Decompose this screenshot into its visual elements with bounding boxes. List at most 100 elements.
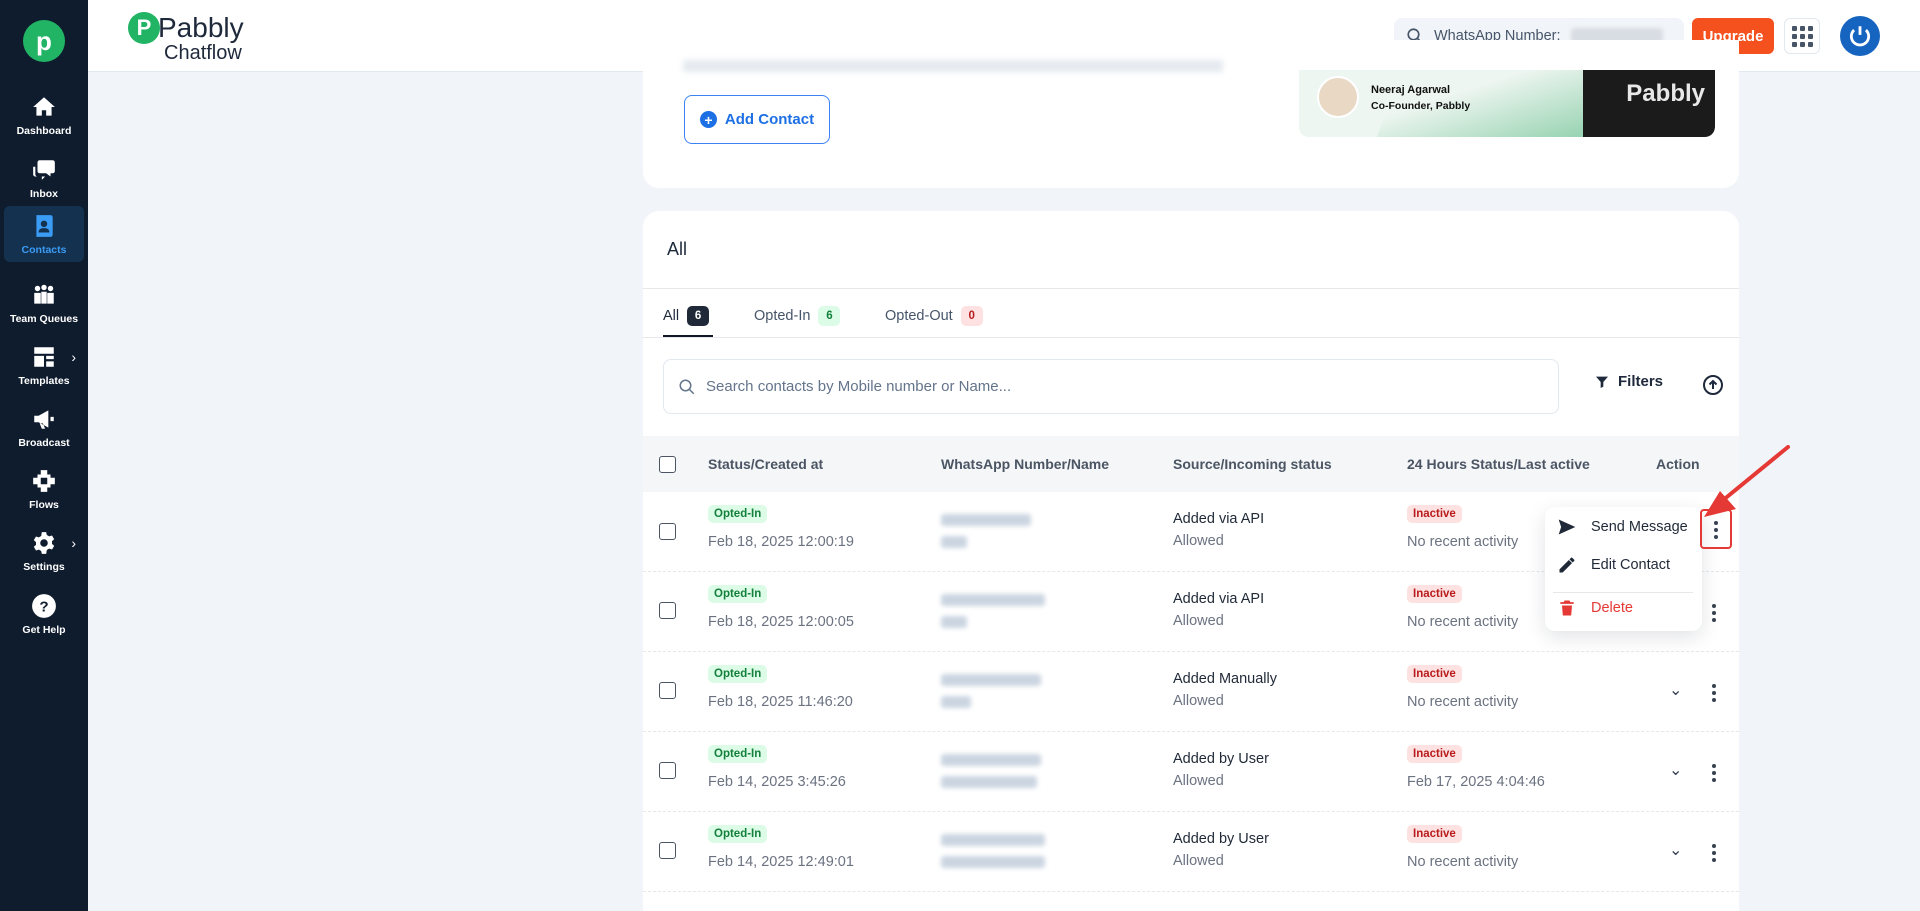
tab-opted-in[interactable]: Opted-In 6 xyxy=(754,303,841,329)
apps-grid-button[interactable] xyxy=(1784,18,1820,54)
tab-count-badge: 6 xyxy=(687,306,710,326)
search-icon xyxy=(679,379,695,394)
source: Added by User xyxy=(1173,831,1269,847)
activity-badge: Inactive xyxy=(1407,825,1462,843)
annotation-arrow-icon xyxy=(1704,445,1790,517)
column-header-number[interactable]: WhatsApp Number/Name xyxy=(941,456,1109,472)
column-header-24h-status[interactable]: 24 Hours Status/Last active xyxy=(1407,456,1590,472)
sidebar-item-templates[interactable]: Templates › xyxy=(4,337,84,393)
created-at: Feb 18, 2025 12:00:05 xyxy=(708,614,854,630)
more-options-button[interactable] xyxy=(1712,684,1716,702)
row-checkbox[interactable] xyxy=(659,682,676,699)
founder-avatar xyxy=(1317,76,1359,118)
tab-count-badge: 6 xyxy=(818,306,841,326)
sidebar-item-label: Inbox xyxy=(30,187,58,200)
sidebar-item-label: Dashboard xyxy=(16,124,72,137)
whatsapp-number xyxy=(941,594,1045,606)
table-row[interactable]: Opted-In Feb 14, 2025 3:45:26 Added by U… xyxy=(643,732,1739,812)
status-badge: Opted-In xyxy=(708,665,768,683)
source: Added via API xyxy=(1173,591,1265,607)
more-options-button[interactable] xyxy=(1712,764,1716,782)
column-header-source[interactable]: Source/Incoming status xyxy=(1173,456,1332,472)
chevron-down-icon[interactable]: ⌄ xyxy=(1669,840,1682,860)
sidebar-item-settings[interactable]: Settings › xyxy=(4,523,84,579)
row-checkbox[interactable] xyxy=(659,523,676,540)
sidebar-item-contacts[interactable]: Contacts xyxy=(4,206,84,262)
search-placeholder: Search contacts by Mobile number or Name… xyxy=(706,378,1012,395)
whatsapp-number xyxy=(941,754,1041,766)
tab-count-badge: 0 xyxy=(960,306,983,326)
sidebar-item-label: Get Help xyxy=(22,623,66,636)
home-icon xyxy=(33,96,55,116)
send-icon xyxy=(1558,519,1576,535)
contacts-intro-card: + Add Contact Neeraj Agarwal Co-Founder,… xyxy=(643,40,1739,188)
sidebar-item-flows[interactable]: Flows xyxy=(4,461,84,517)
table-row[interactable]: Opted-In Feb 14, 2025 12:49:01 Added by … xyxy=(643,812,1739,892)
more-options-button[interactable] xyxy=(1712,604,1716,622)
row-checkbox[interactable] xyxy=(659,762,676,779)
source: Added Manually xyxy=(1173,671,1277,687)
sidebar-item-label: Settings xyxy=(23,560,65,573)
menu-item-edit-contact[interactable]: Edit Contact xyxy=(1557,555,1670,575)
sidebar-item-broadcast[interactable]: Broadcast xyxy=(4,399,84,455)
row-checkbox[interactable] xyxy=(659,602,676,619)
add-contact-button[interactable]: + Add Contact xyxy=(684,95,830,144)
chevron-down-icon[interactable]: ⌄ xyxy=(1669,680,1682,700)
row-checkbox[interactable] xyxy=(659,842,676,859)
status-badge: Opted-In xyxy=(708,825,768,843)
menu-item-label: Delete xyxy=(1591,600,1633,616)
sidebar-item-team-queues[interactable]: Team Queues xyxy=(4,275,84,331)
contact-name xyxy=(941,776,1037,788)
menu-item-send-message[interactable]: Send Message xyxy=(1557,517,1688,537)
activity-badge: Inactive xyxy=(1407,585,1462,603)
tab-opted-out[interactable]: Opted-Out 0 xyxy=(885,303,983,329)
more-options-button[interactable] xyxy=(1712,844,1716,862)
row-action-menu: Send Message Edit Contact Delete xyxy=(1545,507,1702,631)
chevron-down-icon[interactable]: ⌄ xyxy=(1669,760,1682,780)
video-banner[interactable]: Neeraj Agarwal Co-Founder, Pabbly Pabbly xyxy=(1299,70,1715,137)
help-icon: ? xyxy=(32,593,56,618)
megaphone-icon xyxy=(34,409,54,429)
export-icon[interactable] xyxy=(1701,373,1725,397)
column-header-status[interactable]: Status/Created at xyxy=(708,456,823,472)
menu-item-delete[interactable]: Delete xyxy=(1557,598,1633,618)
pencil-icon xyxy=(1559,557,1575,573)
last-active: No recent activity xyxy=(1407,614,1519,630)
table-row[interactable]: Opted-In Feb 18, 2025 11:46:20 Added Man… xyxy=(643,652,1739,732)
contact-name xyxy=(941,696,971,708)
whatsapp-number xyxy=(941,834,1045,846)
plus-circle-icon: + xyxy=(699,111,717,128)
chevron-right-icon: › xyxy=(71,535,76,551)
incoming-status: Allowed xyxy=(1173,613,1224,629)
banner-name: Neeraj Agarwal xyxy=(1371,84,1451,96)
sidebar-item-inbox[interactable]: Inbox xyxy=(4,150,84,206)
app-logo-letter: p xyxy=(36,25,52,56)
banner-brand-text: Pabbly xyxy=(1626,80,1705,107)
account-avatar[interactable] xyxy=(1840,16,1880,56)
select-all-checkbox[interactable] xyxy=(659,456,676,473)
sidebar-item-get-help[interactable]: ? Get Help xyxy=(4,586,84,642)
status-badge: Opted-In xyxy=(708,745,768,763)
sidebar-item-label: Templates xyxy=(18,374,70,387)
app-logo[interactable]: p xyxy=(23,20,65,62)
kebab-icon xyxy=(1714,521,1718,539)
svg-text:?: ? xyxy=(39,598,48,615)
created-at: Feb 14, 2025 12:49:01 xyxy=(708,854,854,870)
last-active: Feb 17, 2025 4:04:46 xyxy=(1407,774,1545,790)
filter-icon xyxy=(1596,376,1608,388)
activity-badge: Inactive xyxy=(1407,745,1462,763)
last-active: No recent activity xyxy=(1407,694,1519,710)
contact-name xyxy=(941,536,967,548)
tab-all[interactable]: All 6 xyxy=(663,303,710,329)
sidebar-item-dashboard[interactable]: Dashboard xyxy=(4,87,84,143)
intro-text xyxy=(683,60,1223,72)
whatsapp-number xyxy=(941,674,1041,686)
contact-name xyxy=(941,616,967,628)
source: Added by User xyxy=(1173,751,1269,767)
contact-search-input[interactable]: Search contacts by Mobile number or Name… xyxy=(663,359,1559,414)
contact-name xyxy=(941,856,1045,868)
filters-button[interactable]: Filters xyxy=(1594,373,1663,390)
contacts-icon xyxy=(36,214,53,237)
chat-icon xyxy=(33,159,55,180)
team-icon xyxy=(34,284,54,304)
